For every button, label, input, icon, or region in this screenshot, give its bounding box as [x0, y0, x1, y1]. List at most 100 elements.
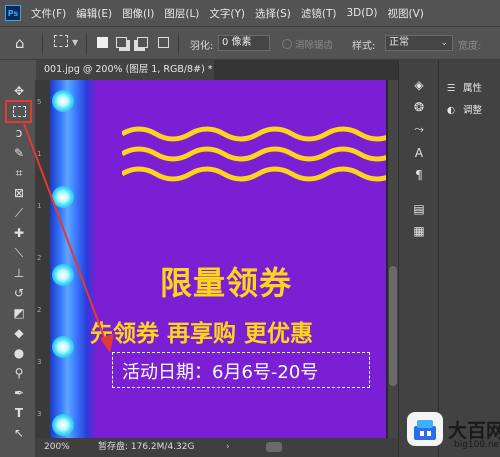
- move-icon[interactable]: ✥: [10, 82, 28, 100]
- properties-label: 属性: [463, 83, 483, 94]
- options-divider: [178, 33, 179, 55]
- adjustments-panel-tab[interactable]: ◐ 调整: [445, 102, 482, 116]
- light-bulb: [52, 90, 74, 112]
- horizontal-scrollbar-thumb[interactable]: [266, 442, 282, 452]
- document-title: 001.jpg @ 200% (图层 1, RGB/8#) *: [44, 64, 213, 75]
- ruler-tick: 1: [37, 150, 42, 158]
- document-tab[interactable]: 001.jpg @ 200% (图层 1, RGB/8#) *×: [36, 60, 214, 80]
- watermark-logo-graphic: [414, 420, 436, 440]
- vertical-scrollbar[interactable]: [388, 80, 398, 438]
- quick-selection-icon[interactable]: ✎: [10, 144, 28, 162]
- zoom-level[interactable]: 200%: [44, 438, 70, 457]
- scratch-disk-info: 暂存盘: 176.2M/4.32G: [98, 442, 195, 452]
- ruler-tick: 1: [37, 202, 42, 210]
- style-value: 正常: [389, 37, 409, 48]
- watermark-text: 大百网: [448, 420, 500, 442]
- watermark-url: big100.net: [454, 440, 500, 450]
- add-to-selection-icon[interactable]: [116, 37, 127, 48]
- menu-file[interactable]: 文件(F): [31, 6, 66, 21]
- antialias-label: 消除锯齿: [295, 40, 334, 51]
- crop-icon[interactable]: ⌗: [10, 164, 28, 182]
- eyedropper-icon[interactable]: ⟋: [10, 204, 28, 222]
- promo-headline: 限量领券: [160, 264, 293, 302]
- properties-icon: ☰: [446, 83, 456, 94]
- frame-icon[interactable]: ⊠: [10, 184, 28, 202]
- light-bulb: [52, 414, 74, 436]
- promo-date: 活动日期：6月6号-20号: [122, 362, 319, 383]
- blur-icon[interactable]: ●: [10, 344, 28, 362]
- adjustments-label: 调整: [463, 105, 483, 116]
- paragraph-icon[interactable]: ¶: [412, 168, 426, 182]
- vertical-ruler: 5 1 1 2 2 3 3: [36, 80, 50, 438]
- path-selection-icon[interactable]: ↖: [10, 424, 28, 442]
- feather-input[interactable]: 0 像素: [218, 35, 270, 51]
- tools-panel: ✥ ↄ ✎ ⌗ ⊠ ⟋ ✚ ⟍ ⊥ ↺ ◩ ◆ ● ⚲ ✒ T ↖: [0, 80, 36, 457]
- libraries-icon[interactable]: ▤: [412, 202, 426, 216]
- watermark-logo-icon: [407, 412, 443, 446]
- menu-bar: Ps 文件(F) 编辑(E) 图像(I) 图层(L) 文字(Y) 选择(S) 滤…: [0, 0, 500, 26]
- menu-view[interactable]: 视图(V): [388, 6, 424, 21]
- ruler-tick: 2: [37, 254, 42, 262]
- style-label: 样式:: [352, 41, 376, 52]
- options-divider: [86, 33, 87, 55]
- status-menu-arrow[interactable]: ›: [226, 438, 230, 457]
- status-bar: 200% 暂存盘: 176.2M/4.32G ›: [36, 438, 398, 457]
- canvas-area[interactable]: 限量领券 先领券 再享购 更优惠 活动日期：6月6号-20号: [50, 80, 388, 438]
- photoshop-logo-icon[interactable]: Ps: [5, 5, 21, 21]
- light-bulb: [52, 336, 74, 358]
- lasso-icon[interactable]: ↄ: [10, 124, 28, 142]
- document-canvas[interactable]: 限量领券 先领券 再享购 更优惠 活动日期：6月6号-20号: [50, 80, 386, 438]
- subtract-from-selection-icon[interactable]: [137, 37, 148, 48]
- new-selection-icon[interactable]: [97, 37, 108, 48]
- options-bar: ⌂ ▼ 羽化: 0 像素 消除锯齿 样式: 正常 ⌄ 宽度:: [0, 26, 500, 60]
- menu-edit[interactable]: 编辑(E): [76, 6, 112, 21]
- light-strip-decoration: [50, 80, 96, 438]
- options-divider: [42, 33, 43, 55]
- chevron-down-icon[interactable]: ▼: [72, 38, 78, 47]
- tab-bar-empty: [214, 60, 398, 80]
- chevron-down-icon: ⌄: [440, 38, 448, 48]
- paint-bucket-icon[interactable]: ◆: [10, 324, 28, 342]
- style-select[interactable]: 正常 ⌄: [385, 35, 453, 51]
- pen-icon[interactable]: ✒: [10, 384, 28, 402]
- menu-type[interactable]: 文字(Y): [209, 6, 245, 21]
- panel-icon-strip: ◈ ❂ ⤳ A ¶ ▤ ▦: [398, 60, 438, 457]
- adjustments-icon: ◐: [446, 105, 456, 116]
- brush-icon[interactable]: ⟍: [10, 244, 28, 262]
- menu-image[interactable]: 图像(I): [122, 6, 154, 21]
- clone-stamp-icon[interactable]: ⊥: [10, 264, 28, 282]
- type-icon[interactable]: T: [10, 404, 28, 422]
- light-bulb: [52, 186, 74, 208]
- promo-subline: 先领券 再享购 更优惠: [90, 321, 314, 347]
- paths-icon[interactable]: ⤳: [412, 122, 426, 136]
- layers-icon[interactable]: ◈: [412, 78, 426, 92]
- channels-icon[interactable]: ❂: [412, 100, 426, 114]
- intersect-selection-icon[interactable]: [158, 37, 169, 48]
- notes-icon[interactable]: ▦: [412, 224, 426, 238]
- dodge-icon[interactable]: ⚲: [10, 364, 28, 382]
- marquee-preset-icon[interactable]: [54, 35, 68, 47]
- menu-layer[interactable]: 图层(L): [164, 6, 199, 21]
- menu-filter[interactable]: 滤镜(T): [301, 6, 337, 21]
- ruler-tick: 3: [37, 358, 42, 366]
- antialias-checkbox[interactable]: 消除锯齿: [282, 37, 333, 51]
- feather-label: 羽化:: [190, 41, 214, 52]
- tool-highlight-box: [5, 100, 32, 123]
- ruler-tick: 3: [37, 410, 42, 418]
- healing-brush-icon[interactable]: ✚: [10, 224, 28, 242]
- home-icon[interactable]: ⌂: [15, 35, 31, 51]
- ruler-tick: 2: [37, 306, 42, 314]
- history-brush-icon[interactable]: ↺: [10, 284, 28, 302]
- width-label: 宽度:: [458, 41, 482, 52]
- properties-panel-tab[interactable]: ☰ 属性: [445, 80, 482, 94]
- panel-tabs-column: ☰ 属性 ◐ 调整: [438, 60, 500, 457]
- light-bulb: [52, 264, 74, 286]
- eraser-icon[interactable]: ◩: [10, 304, 28, 322]
- scrollbar-thumb[interactable]: [389, 266, 397, 386]
- checkbox-icon: [282, 39, 292, 49]
- ruler-tick: 5: [37, 98, 42, 106]
- character-icon[interactable]: A: [412, 146, 426, 160]
- menu-3d[interactable]: 3D(D): [346, 7, 377, 19]
- menu-select[interactable]: 选择(S): [255, 6, 291, 21]
- wave-lines-graphic: [122, 126, 386, 182]
